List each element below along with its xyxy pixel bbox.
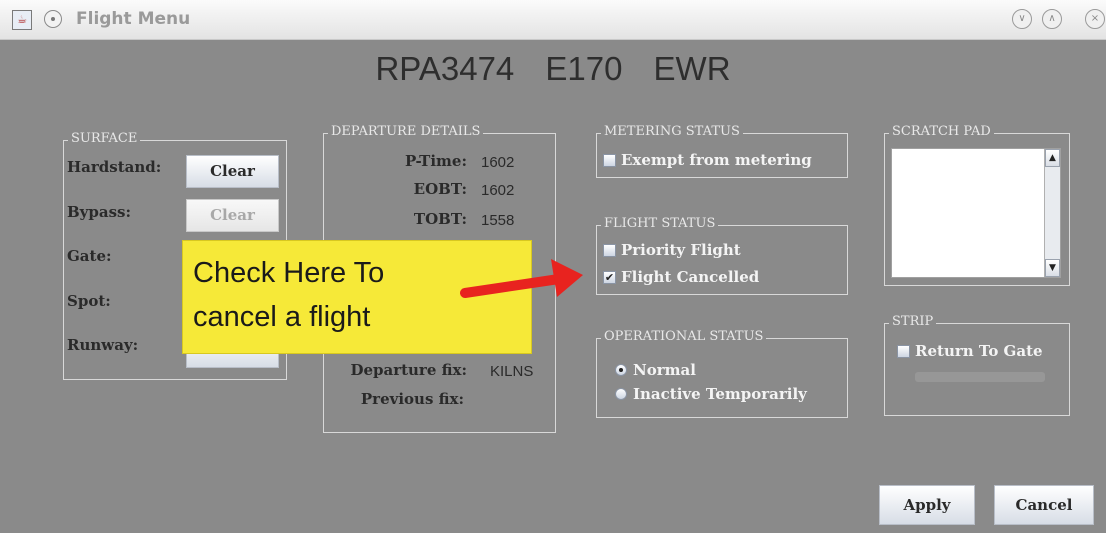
- exempt-metering-option[interactable]: Exempt from metering: [603, 151, 812, 169]
- priority-flight-checkbox[interactable]: [603, 243, 616, 257]
- priority-flight-label: Priority Flight: [621, 241, 741, 259]
- runway-label: Runway:: [67, 336, 139, 354]
- scroll-up-icon[interactable]: ▲: [1045, 149, 1060, 167]
- gate-label: Gate:: [67, 247, 112, 265]
- exempt-metering-checkbox[interactable]: [603, 153, 616, 167]
- strip-disabled-option: [915, 372, 1045, 382]
- scratch-pad-legend: SCRATCH PAD: [889, 124, 994, 139]
- flight-status-legend: FLIGHT STATUS: [601, 216, 719, 231]
- window-title: Flight Menu: [76, 9, 191, 29]
- flight-cancelled-option[interactable]: ✔ Flight Cancelled: [603, 268, 759, 286]
- close-icon[interactable]: ×: [1085, 9, 1105, 29]
- eobt-label: EOBT:: [413, 180, 467, 198]
- maximize-icon[interactable]: ∧: [1042, 9, 1062, 29]
- normal-label: Normal: [633, 361, 696, 379]
- metering-status-group: METERING STATUS Exempt from metering: [596, 124, 848, 178]
- java-app-icon[interactable]: ☕: [12, 10, 32, 30]
- strip-legend: STRIP: [889, 314, 937, 329]
- strip-group: STRIP Return To Gate: [884, 314, 1070, 416]
- normal-radio[interactable]: [615, 364, 627, 376]
- scratch-pad-textarea[interactable]: ▲ ▼: [891, 148, 1061, 278]
- previous-fix-label: Previous fix:: [360, 390, 464, 408]
- annotation-line-2: cancel a flight: [193, 301, 371, 333]
- aircraft-type: E170: [545, 50, 623, 87]
- operational-legend: OPERATIONAL STATUS: [601, 329, 767, 344]
- flight-header: RPA3474 E170 EWR: [0, 50, 1106, 88]
- annotation-arrow-icon: [460, 259, 583, 298]
- window-menu-icon[interactable]: [44, 10, 62, 28]
- hardstand-clear-button[interactable]: Clear: [186, 155, 279, 188]
- inactive-option[interactable]: Inactive Temporarily: [615, 385, 807, 403]
- priority-flight-option[interactable]: Priority Flight: [603, 241, 741, 259]
- departure-fix-value: KILNS: [490, 363, 534, 380]
- apply-button[interactable]: Apply: [879, 485, 975, 525]
- eobt-value: 1602: [481, 182, 515, 199]
- flight-cancelled-label: Flight Cancelled: [621, 268, 760, 286]
- callsign: RPA3474: [375, 50, 515, 87]
- ptime-value: 1602: [481, 154, 515, 171]
- scratch-pad-scrollbar[interactable]: ▲ ▼: [1044, 149, 1060, 277]
- inactive-radio[interactable]: [615, 388, 627, 400]
- exempt-metering-label: Exempt from metering: [621, 151, 812, 169]
- cancel-button[interactable]: Cancel: [994, 485, 1094, 525]
- departure-legend: DEPARTURE DETAILS: [328, 124, 484, 139]
- departure-fix-label: Departure fix:: [350, 361, 467, 379]
- spot-label: Spot:: [67, 292, 111, 310]
- normal-option[interactable]: Normal: [615, 361, 696, 379]
- return-to-gate-label: Return To Gate: [915, 342, 1043, 360]
- ptime-label: P-Time:: [404, 152, 467, 170]
- flight-menu-window: ☕ Flight Menu ∨ ∧ × RPA3474 E170 EWR SUR…: [0, 0, 1106, 533]
- metering-legend: METERING STATUS: [601, 124, 743, 139]
- hardstand-label: Hardstand:: [67, 158, 162, 176]
- surface-legend: SURFACE: [68, 131, 141, 146]
- operational-status-group: OPERATIONAL STATUS Normal Inactive Tempo…: [596, 329, 848, 418]
- scratch-pad-group: SCRATCH PAD ▲ ▼: [884, 124, 1070, 286]
- airport: EWR: [653, 50, 731, 87]
- bypass-label: Bypass:: [67, 203, 132, 221]
- title-bar: ☕ Flight Menu ∨ ∧ ×: [0, 0, 1106, 40]
- inactive-label: Inactive Temporarily: [633, 385, 807, 403]
- flight-status-group: FLIGHT STATUS Priority Flight ✔ Flight C…: [596, 216, 848, 295]
- flight-cancelled-checkbox[interactable]: ✔: [603, 270, 616, 284]
- return-to-gate-checkbox[interactable]: [897, 344, 910, 358]
- minimize-icon[interactable]: ∨: [1012, 9, 1032, 29]
- return-to-gate-option[interactable]: Return To Gate: [897, 342, 1043, 360]
- annotation-line-1: Check Here To: [193, 257, 385, 289]
- tobt-label: TOBT:: [413, 210, 467, 228]
- tobt-value: 1558: [481, 212, 515, 229]
- bypass-clear-button[interactable]: Clear: [186, 199, 279, 232]
- scroll-down-icon[interactable]: ▼: [1045, 259, 1060, 277]
